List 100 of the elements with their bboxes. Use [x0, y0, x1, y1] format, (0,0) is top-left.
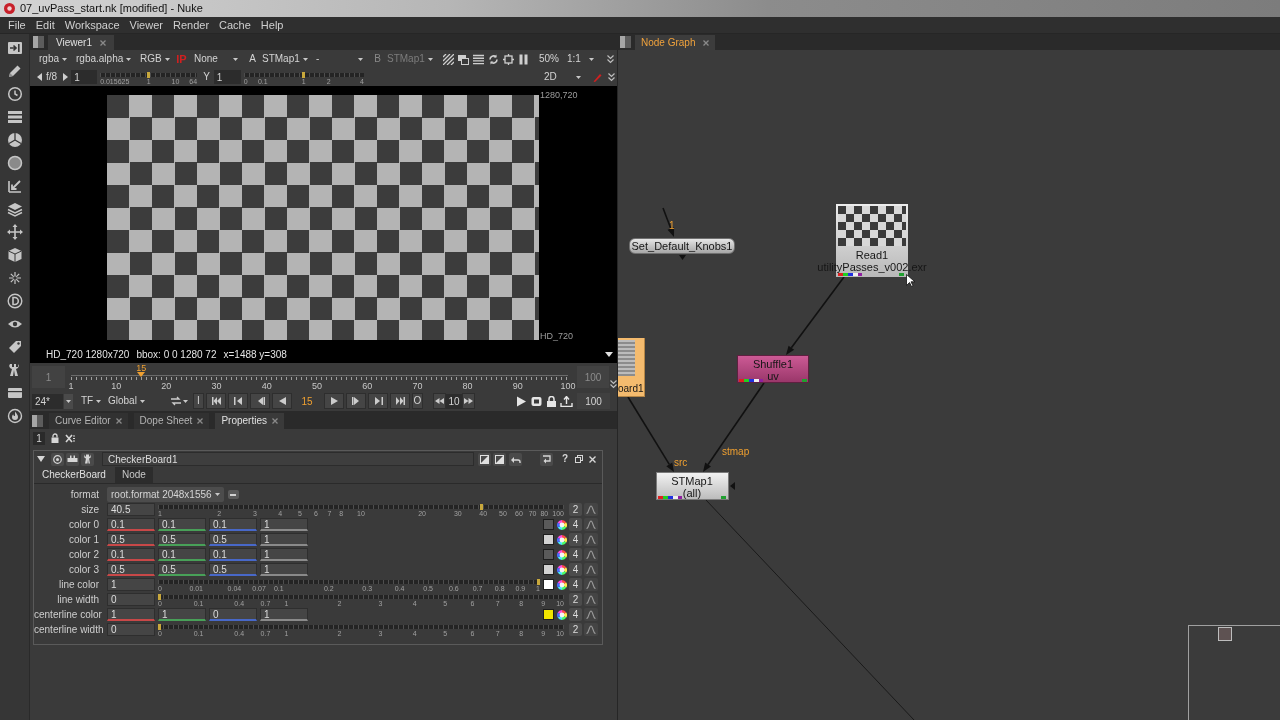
close-icon[interactable] — [197, 418, 204, 424]
node-tools-button[interactable] — [66, 452, 79, 466]
lines-icon[interactable] — [473, 53, 484, 65]
skip-back-button[interactable] — [433, 393, 446, 409]
panel-menu-icon[interactable] — [620, 36, 631, 48]
number-field[interactable]: 0.5 — [158, 533, 206, 546]
node[interactable]: Set_Default_Knobs1 — [629, 238, 735, 254]
color-picker-button[interactable] — [556, 563, 567, 576]
sync-icon[interactable] — [488, 53, 499, 65]
tab[interactable]: Node Graph — [635, 35, 716, 50]
float-icon[interactable] — [575, 455, 583, 463]
color-swatch[interactable] — [543, 549, 554, 560]
dropdown[interactable]: STMap1 — [258, 51, 308, 67]
clear-icon[interactable] — [65, 433, 75, 443]
input-b-view-button[interactable] — [493, 452, 506, 466]
double-chevron-icon[interactable] — [610, 379, 617, 389]
ring-d-icon[interactable] — [6, 293, 23, 309]
panel-menu-icon[interactable] — [33, 36, 44, 48]
play-backward-button[interactable] — [272, 393, 292, 409]
number-field[interactable]: 0.1 — [209, 548, 257, 561]
split-channels-button[interactable]: 2 — [569, 593, 582, 606]
split-channels-button[interactable]: 4 — [569, 563, 582, 576]
split-channels-button[interactable]: 4 — [569, 518, 582, 531]
split-channels-button[interactable]: 4 — [569, 533, 582, 546]
dropdown[interactable]: 1:1 — [563, 51, 598, 67]
menu-item[interactable]: Cache — [214, 19, 256, 31]
gamma-field[interactable]: 1 — [213, 70, 241, 84]
number-field[interactable]: 0.1 — [107, 518, 155, 531]
fps-field[interactable]: 24* — [32, 393, 63, 409]
number-field[interactable]: 1 — [260, 518, 308, 531]
split-channels-button[interactable]: 4 — [569, 608, 582, 621]
gain-field[interactable]: 1 — [71, 70, 98, 84]
number-field[interactable]: 0.5 — [158, 563, 206, 576]
color-swatch[interactable] — [543, 519, 554, 530]
sparkle-icon[interactable] — [6, 270, 23, 286]
animation-button[interactable] — [584, 623, 598, 636]
collapse-triangle-icon[interactable] — [37, 456, 45, 462]
undo-button[interactable] — [509, 452, 522, 466]
number-field[interactable]: 0.1 — [107, 548, 155, 561]
revert-button[interactable] — [540, 452, 553, 466]
slider-thumb[interactable] — [158, 593, 161, 600]
double-chevron-icon[interactable] — [608, 72, 615, 82]
menu-item[interactable]: Edit — [30, 19, 60, 31]
number-field[interactable]: 1 — [260, 608, 308, 621]
number-field[interactable]: 0 — [107, 623, 155, 636]
number-field[interactable]: 1 — [107, 608, 155, 621]
clock-icon[interactable] — [6, 86, 23, 102]
tab[interactable]: Node — [114, 467, 153, 483]
number-field[interactable]: 0.5 — [107, 563, 155, 576]
menu-item[interactable]: Help — [255, 19, 289, 31]
dropdown[interactable]: root.format 2048x1556 — [107, 487, 224, 502]
minimap[interactable] — [1188, 625, 1280, 720]
close-icon[interactable] — [99, 39, 106, 46]
number-field[interactable]: 1 — [158, 608, 206, 621]
next-keyframe-button[interactable] — [368, 393, 388, 409]
tab[interactable]: Curve Editor — [49, 413, 128, 429]
right-arrow-icon[interactable] — [63, 73, 69, 81]
menu-item[interactable]: Render — [167, 19, 215, 31]
overlapping-rects-icon[interactable] — [458, 53, 469, 65]
pause-icon[interactable] — [518, 53, 529, 65]
dropdown[interactable]: 2D — [540, 69, 585, 85]
color-picker-button[interactable] — [556, 548, 567, 561]
dropdown[interactable]: None — [190, 51, 242, 67]
animation-button[interactable] — [584, 518, 598, 531]
slider-thumb[interactable] — [302, 72, 306, 78]
cube-icon[interactable] — [6, 247, 23, 263]
animation-button[interactable] — [584, 563, 598, 576]
skip-to-start-button[interactable] — [206, 393, 226, 409]
previous-keyframe-button[interactable] — [228, 393, 248, 409]
tab[interactable]: Viewer1 — [48, 35, 114, 50]
skip-forward-button[interactable] — [462, 393, 475, 409]
number-field[interactable]: 0.5 — [107, 533, 155, 546]
number-field[interactable]: 1 — [260, 533, 308, 546]
close-icon[interactable] — [703, 39, 710, 46]
play-button[interactable] — [324, 393, 344, 409]
arrow-into-box-icon[interactable] — [6, 40, 23, 56]
animation-button[interactable] — [584, 608, 598, 621]
settings-button[interactable] — [81, 452, 94, 466]
out-point-button[interactable]: O — [412, 393, 423, 409]
sync-menu-button[interactable] — [170, 396, 188, 406]
current-frame-field[interactable]: 15 — [292, 393, 322, 409]
dropdown[interactable]: - — [312, 51, 367, 67]
animation-button[interactable] — [584, 578, 598, 591]
number-field[interactable]: 1 — [260, 548, 308, 561]
color-swatch[interactable] — [543, 579, 554, 590]
menu-item[interactable]: Viewer — [124, 19, 168, 31]
layers-icon[interactable] — [6, 201, 23, 217]
slider-thumb[interactable] — [158, 623, 161, 630]
animation-button[interactable] — [584, 548, 598, 561]
color-picker-button[interactable] — [556, 608, 567, 621]
target-button[interactable] — [51, 452, 64, 466]
frame-increment-field[interactable]: 10 — [446, 393, 462, 409]
timeline-ruler[interactable]: 15 1 10 20 30 40 50 60 70 80 90 100 — [68, 364, 576, 390]
flame-circle-icon[interactable] — [6, 408, 23, 424]
play-icon[interactable] — [515, 395, 528, 407]
step-back-button[interactable] — [250, 393, 270, 409]
split-channels-button[interactable]: 2 — [569, 623, 582, 636]
in-point-button[interactable]: I — [193, 393, 204, 409]
split-channels-button[interactable]: 4 — [569, 578, 582, 591]
menu-item[interactable]: File — [3, 19, 31, 31]
